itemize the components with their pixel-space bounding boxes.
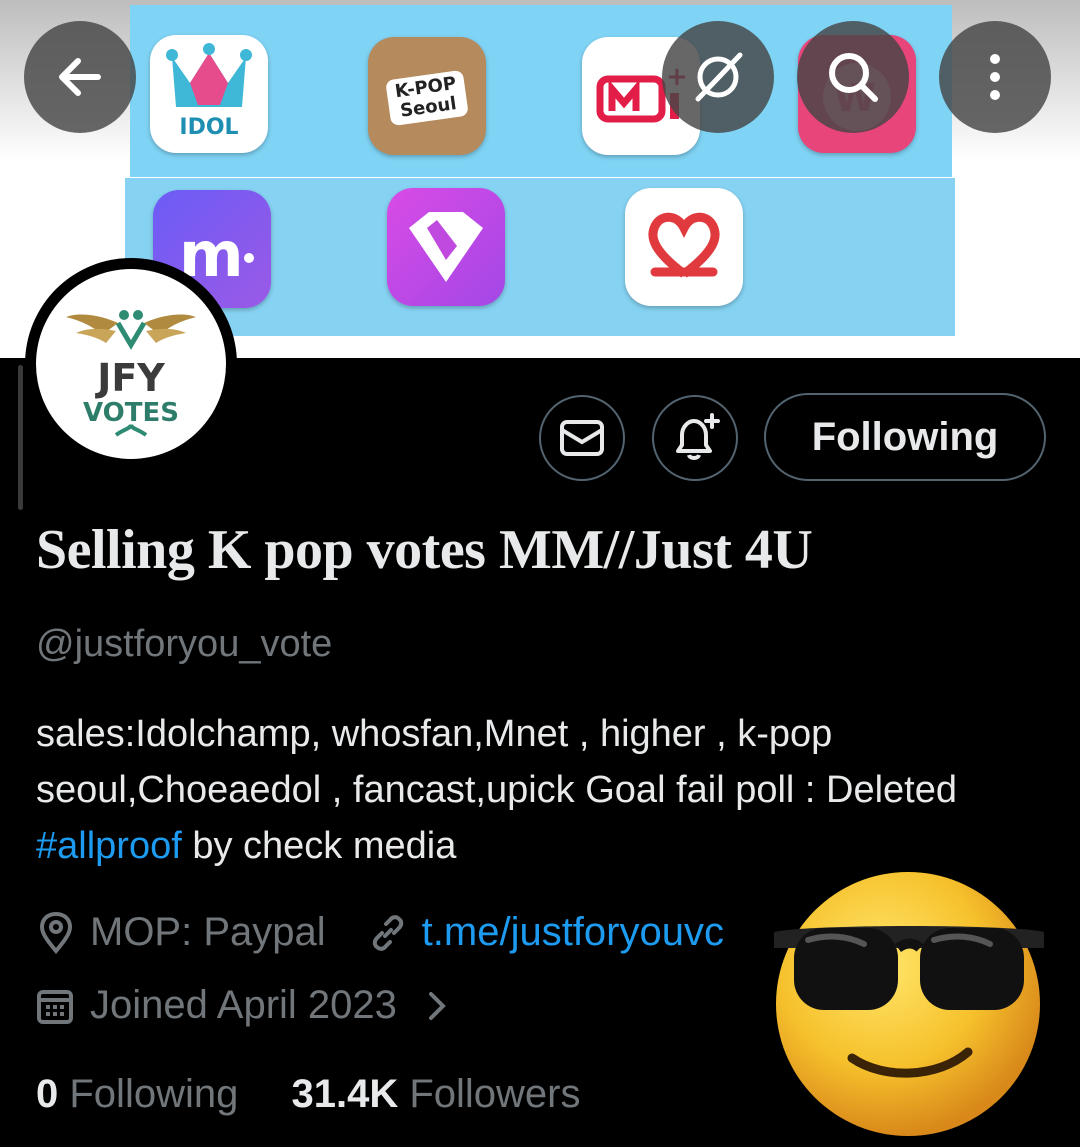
followers-label: Followers bbox=[409, 1072, 581, 1116]
chevron-right-icon bbox=[428, 991, 446, 1020]
bio-text: sales:Idolchamp, whosfan,Mnet , higher ,… bbox=[36, 713, 957, 811]
website-link[interactable]: t.me/justforyouvc bbox=[422, 910, 724, 955]
follow-stats: 0 Following 31.4K Followers bbox=[36, 1072, 581, 1117]
user-handle: @justforyou_vote bbox=[36, 623, 333, 665]
link-icon bbox=[372, 914, 403, 951]
kpop-seoul-app-label: K-POP Seoul bbox=[385, 69, 469, 127]
bio-text-end: by check media bbox=[181, 825, 457, 867]
display-name: Selling K pop votes MM//Just 4U bbox=[36, 519, 813, 581]
avatar-image: JFY VOTES bbox=[36, 269, 226, 459]
kpop-seoul-app-icon: K-POP Seoul bbox=[368, 37, 486, 155]
joined-date: Joined April 2023 bbox=[90, 983, 397, 1027]
scroll-indicator[interactable] bbox=[18, 365, 23, 510]
following-button[interactable]: Following bbox=[764, 393, 1046, 481]
following-label: Following bbox=[69, 1072, 239, 1116]
message-button[interactable] bbox=[539, 395, 625, 481]
idol-champ-app-icon: IDOL bbox=[150, 35, 268, 153]
bio-hashtag-link[interactable]: #allproof bbox=[36, 825, 182, 867]
back-icon bbox=[59, 58, 101, 96]
avatar-logo-line2: VOTES bbox=[83, 398, 179, 428]
jfy-logo: JFY VOTES bbox=[66, 310, 196, 437]
joined-row[interactable]: Joined April 2023 bbox=[36, 983, 449, 1028]
followers-stat[interactable]: 31.4K Followers bbox=[291, 1072, 580, 1116]
location-row: MOP: Paypal t.me/justforyouvc bbox=[36, 910, 724, 955]
location-text: MOP: Paypal bbox=[90, 910, 326, 954]
following-stat[interactable]: 0 Following bbox=[36, 1072, 238, 1116]
profile-bio: sales:Idolchamp, whosfan,Mnet , higher ,… bbox=[36, 706, 1036, 874]
location-pin-icon bbox=[39, 911, 73, 954]
back-button[interactable] bbox=[24, 21, 136, 133]
search-button[interactable] bbox=[797, 21, 909, 133]
avatar-logo-line1: JFY bbox=[94, 356, 165, 400]
more-button[interactable] bbox=[939, 21, 1051, 133]
banner-app-row-2: m bbox=[125, 178, 955, 336]
bell-plus-icon bbox=[676, 413, 720, 460]
following-count: 0 bbox=[36, 1072, 59, 1116]
more-icon bbox=[990, 54, 1000, 100]
idol-app-label: IDOL bbox=[179, 115, 239, 140]
upick-app-icon bbox=[387, 188, 505, 306]
grok-button[interactable] bbox=[662, 21, 774, 133]
calendar-icon bbox=[37, 989, 73, 1024]
fancast-app-icon bbox=[625, 188, 743, 306]
mail-icon bbox=[560, 420, 604, 456]
sunglasses-emoji-icon bbox=[774, 872, 1044, 1136]
profile-avatar[interactable]: JFY VOTES bbox=[25, 258, 237, 470]
search-icon bbox=[829, 53, 878, 102]
grok-icon bbox=[695, 52, 743, 102]
followers-count: 31.4K bbox=[291, 1072, 399, 1116]
notifications-button[interactable] bbox=[652, 395, 738, 481]
